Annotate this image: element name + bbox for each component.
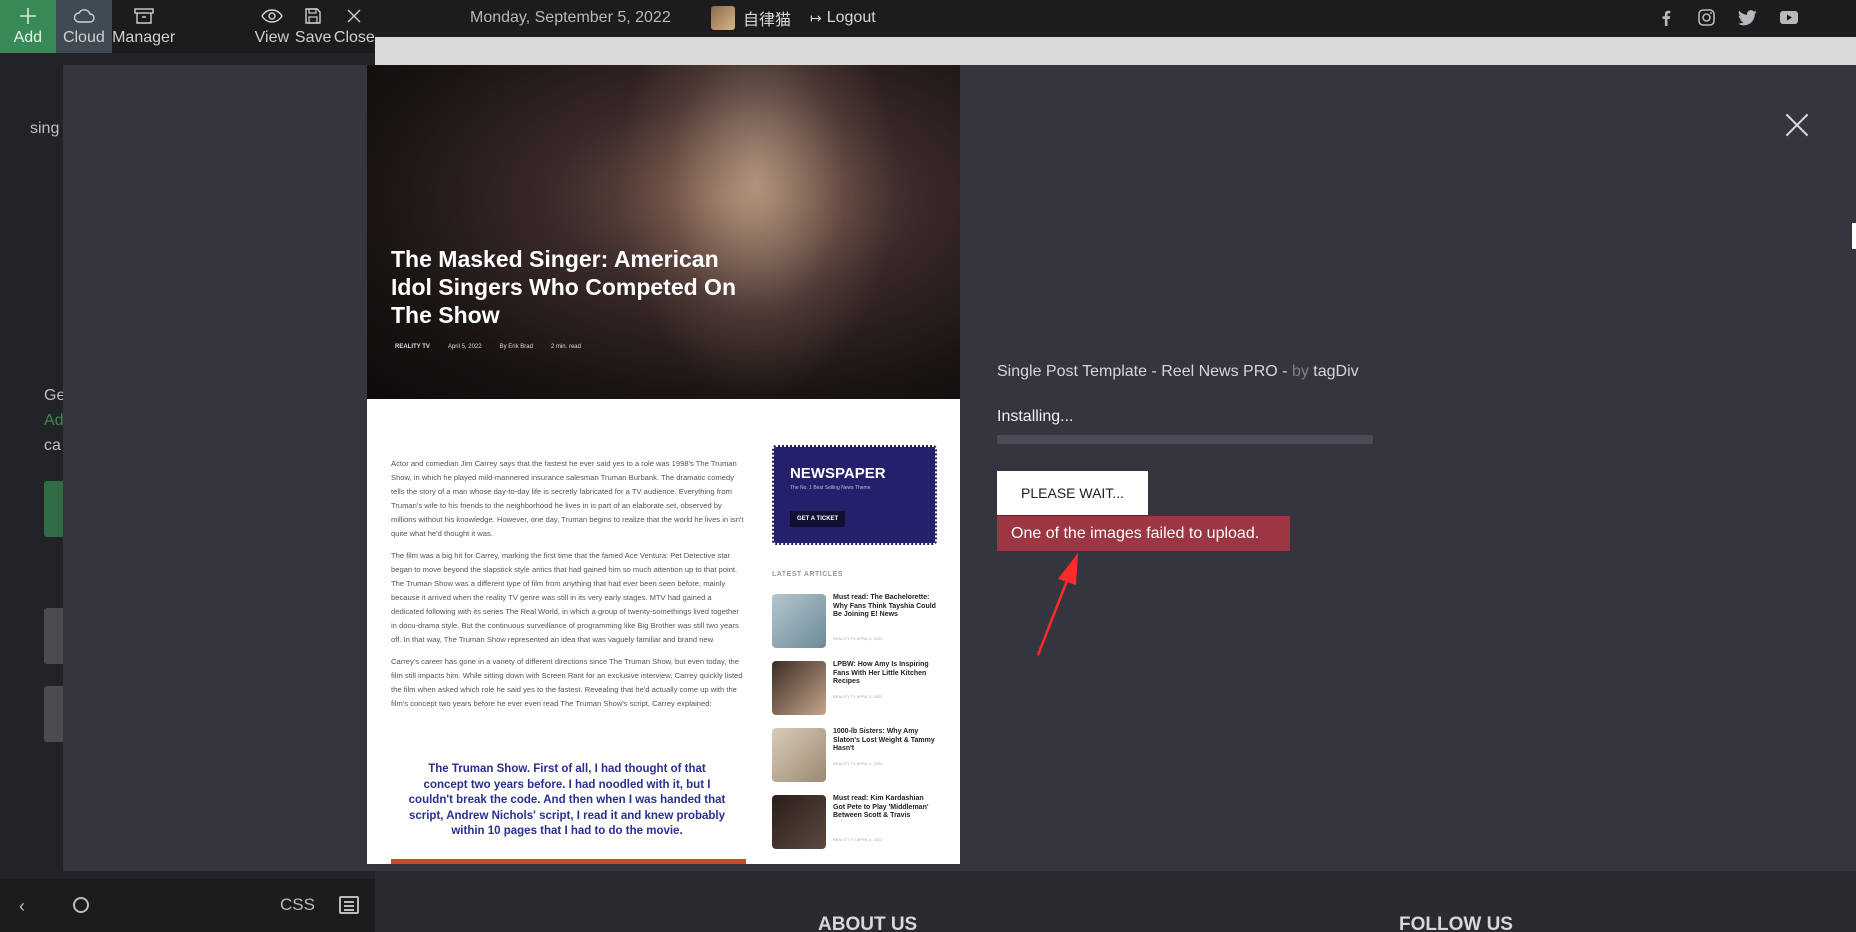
article-title: 1000-lb Sisters: Why Amy Slaton's Lost W… [833, 728, 935, 752]
instagram-icon[interactable] [1697, 8, 1716, 27]
template-preview: The Masked Singer: American Idol Singers… [367, 65, 960, 864]
article-thumbnail [772, 728, 826, 782]
article-meta: REALITY TV APRIL 5, 2022 [833, 837, 883, 842]
latest-article: LPBW: How Amy Is Inspiring Fans With Her… [772, 661, 937, 719]
preview-date: April 5, 2022 [447, 344, 482, 350]
avatar [711, 6, 735, 30]
template-name-text: Single Post Template - Reel News PRO - [997, 363, 1292, 380]
preview-paragraph: The film was a big hit for Carrey, marki… [391, 551, 739, 644]
preview-read-time: 2 min. read [550, 344, 581, 350]
latest-article: Must read: Kim Kardashian Got Pete to Pl… [772, 795, 937, 853]
article-title: Must read: The Bachelorette: Why Fans Th… [833, 594, 936, 618]
facebook-icon[interactable] [1656, 8, 1675, 27]
template-by: by [1291, 363, 1309, 380]
close-button[interactable]: Close [334, 0, 375, 53]
latest-article: Must read: The Bachelorette: Why Fans Th… [772, 594, 937, 652]
scroll-handle[interactable] [1852, 223, 1856, 249]
manager-button[interactable]: Manager [112, 0, 175, 53]
template-author: tagDiv [1313, 363, 1359, 380]
annotation-arrow [1036, 553, 1078, 656]
cloud-button[interactable]: Cloud [55, 0, 113, 53]
please-wait-button[interactable]: PLEASE WAIT... [997, 471, 1148, 515]
youtube-icon[interactable] [1779, 8, 1798, 27]
preview-ad-banner: NEWSPAPER The No. 1 Best Selling News Th… [772, 445, 937, 545]
builder-bottombar: ‹ CSS [0, 879, 375, 932]
logout-icon: ↦ [810, 9, 822, 26]
css-button[interactable]: CSS [280, 895, 315, 915]
cloud-label: Cloud [62, 29, 105, 46]
left-panel-text: sing [30, 120, 60, 137]
social-links [1656, 8, 1798, 27]
footer-about-heading: ABOUT US [818, 914, 918, 932]
back-icon[interactable]: ‹ [19, 896, 25, 917]
preview-quote: The Truman Show. First of all, I had tho… [408, 763, 726, 837]
preview-paragraph: Actor and comedian Jim Carrey says that … [391, 459, 744, 538]
template-name: Single Post Template - Reel News PRO - b… [997, 363, 1359, 381]
modal-close-icon[interactable] [1785, 113, 1809, 137]
ad-button: GET A TICKET [790, 511, 846, 527]
article-thumbnail [772, 661, 826, 715]
footer-follow-heading: FOLLOW US [1399, 914, 1513, 932]
install-progress-fill [997, 435, 1373, 444]
ad-title: NEWSPAPER [790, 465, 886, 482]
install-progress-bar [997, 435, 1373, 444]
list-icon[interactable] [339, 896, 359, 914]
article-thumbnail [772, 795, 826, 849]
latest-article: 1000-lb Sisters: Why Amy Slaton's Lost W… [772, 728, 937, 786]
article-meta: REALITY TV APRIL 5, 2022 [833, 636, 883, 641]
site-footer: ABOUT US FOLLOW US [375, 871, 1856, 932]
circle-icon[interactable] [73, 897, 89, 913]
preview-category: REALITY TV [395, 344, 430, 350]
save-icon [302, 6, 324, 26]
manager-label: Manager [112, 29, 176, 46]
preview-author: By Erik Brad [499, 344, 533, 350]
logout-label: Logout [826, 9, 876, 26]
eye-icon [261, 6, 283, 26]
article-title: LPBW: How Amy Is Inspiring Fans With Her… [833, 661, 929, 685]
add-button[interactable]: Add [0, 0, 56, 53]
preview-title: The Masked Singer: American Idol Singers… [391, 246, 736, 328]
plus-icon [17, 6, 39, 26]
view-button[interactable]: View [251, 0, 292, 53]
twitter-icon[interactable] [1738, 8, 1757, 27]
site-topbar: Monday, September 5, 2022 自律猫 ↦ Logout [375, 0, 1856, 37]
preview-paragraph: Carrey's career has gone in a variety of… [391, 657, 743, 708]
close-label: Close [333, 29, 375, 46]
view-label: View [254, 29, 290, 46]
archive-icon [133, 6, 155, 26]
preview-image-strip [391, 859, 746, 864]
article-thumbnail [772, 594, 826, 648]
builder-toolbar: Add Cloud Manager View Save Close [0, 0, 375, 53]
add-label: Add [13, 29, 43, 46]
preview-meta: REALITY TV April 5, 2022 By Erik Brad 2 … [395, 344, 581, 350]
save-button[interactable]: Save [293, 0, 334, 53]
username: 自律猫 [743, 12, 792, 29]
current-date: Monday, September 5, 2022 [470, 9, 671, 26]
user-menu[interactable]: 自律猫 [711, 6, 791, 30]
install-status: Installing... [997, 408, 1074, 425]
latest-heading: LATEST ARTICLES [772, 571, 843, 578]
hero-image: The Masked Singer: American Idol Singers… [367, 65, 960, 399]
article-meta: REALITY TV APRIL 5, 2022 [833, 761, 883, 766]
close-icon [343, 6, 365, 26]
preview-article: Actor and comedian Jim Carrey says that … [391, 457, 746, 719]
article-title: Must read: Kim Kardashian Got Pete to Pl… [833, 795, 929, 819]
logout-link[interactable]: ↦ Logout [810, 9, 876, 27]
article-meta: REALITY TV APRIL 5, 2022 [833, 694, 883, 699]
save-label: Save [294, 29, 332, 46]
hero-glow [617, 65, 897, 399]
ad-subtitle: The No. 1 Best Selling News Theme [790, 485, 871, 491]
page-header-background [375, 37, 1856, 65]
cloud-icon [73, 6, 95, 26]
